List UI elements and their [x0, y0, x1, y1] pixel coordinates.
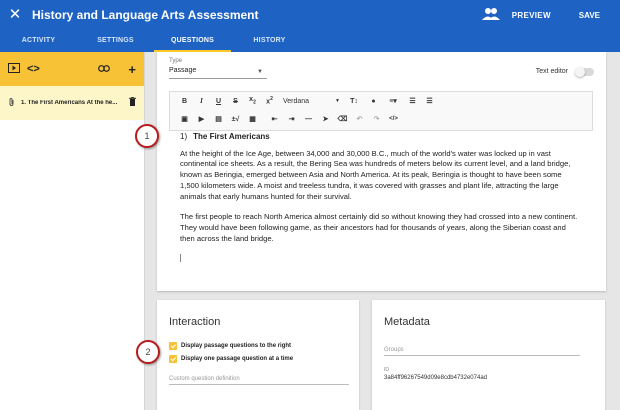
metadata-card: Metadata Groups ID 3a84ff96267549d09e8cd…	[372, 300, 605, 410]
underline-icon[interactable]: U	[210, 98, 227, 105]
interaction-title: Interaction	[169, 316, 221, 328]
close-icon[interactable]: ✕	[0, 0, 30, 30]
outdent-icon[interactable]: ⇤	[266, 115, 283, 123]
ordered-list-icon[interactable]: ☰	[404, 97, 421, 105]
page-title: History and Language Arts Assessment	[32, 8, 259, 22]
id-value: 3a84ff96267549d09e8cdb4732e074ad	[384, 375, 487, 381]
eraser-icon[interactable]: ⌫	[334, 115, 351, 123]
groups-field[interactable]: Groups	[384, 347, 580, 356]
undo-icon[interactable]: ↶	[351, 115, 368, 123]
checkbox-checked[interactable]	[169, 355, 177, 363]
text-editor-label: Text editor	[535, 68, 568, 75]
delete-icon[interactable]	[129, 97, 136, 109]
type-label: Type	[169, 58, 183, 64]
passage-content[interactable]: 1) The First Americans At the height of t…	[180, 132, 580, 263]
tab-activity[interactable]: ACTIVITY	[0, 30, 77, 52]
indent-icon[interactable]: ⇥	[283, 115, 300, 123]
attachment-icon	[8, 97, 15, 110]
tab-bar: ACTIVITY SETTINGS QUESTIONS HISTORY	[0, 30, 620, 52]
save-button[interactable]: SAVE	[579, 11, 600, 20]
step-marker-2: 2	[136, 340, 160, 364]
rich-text-toolbar: B I U S x2 x2 Verdana ▼ T↕ ● ≡▾ ☰ ☰ ▣ ▶ ▤…	[169, 91, 593, 131]
source-code-icon[interactable]: </>	[385, 116, 402, 122]
tab-history[interactable]: HISTORY	[231, 30, 308, 52]
tab-questions[interactable]: QUESTIONS	[154, 30, 231, 52]
type-value: Passage	[169, 67, 197, 74]
passage-title: The First Americans	[193, 132, 270, 141]
preview-play-icon[interactable]	[8, 62, 20, 76]
custom-question-field[interactable]: Custom question definition	[169, 376, 349, 385]
text-editor-toggle[interactable]	[575, 67, 594, 77]
option-label: Display passage questions to the right	[181, 343, 292, 349]
italic-icon[interactable]: I	[193, 97, 210, 105]
option-one-at-a-time[interactable]: Display one passage question at a time	[169, 355, 293, 363]
file-icon[interactable]: ▤	[210, 115, 227, 123]
preview-button[interactable]: PREVIEW	[512, 11, 551, 20]
metadata-title: Metadata	[384, 316, 430, 328]
table-icon[interactable]: ▦	[244, 115, 261, 123]
passage-paragraph-1: At the height of the Ice Age, between 34…	[180, 148, 571, 201]
question-number: 1)	[180, 132, 188, 141]
step-marker-1: 1	[135, 124, 159, 148]
subscript-icon[interactable]: x2	[244, 96, 261, 105]
checkbox-checked[interactable]	[169, 342, 177, 350]
passage-paragraph-2: The first people to reach North America …	[180, 212, 578, 243]
people-icon[interactable]	[481, 7, 502, 23]
id-label: ID	[384, 367, 389, 373]
link-icon[interactable]	[98, 63, 111, 75]
bold-icon[interactable]: B	[176, 98, 193, 105]
redo-icon[interactable]: ↷	[368, 115, 385, 123]
pointer-icon[interactable]: ➤	[317, 115, 334, 123]
type-select[interactable]: Passage ▼	[169, 67, 267, 79]
interaction-card: Interaction Display passage questions to…	[157, 300, 359, 410]
question-sidebar: <> + 1. The First Americans At the he...	[0, 52, 145, 410]
option-label: Display one passage question at a time	[181, 356, 294, 362]
chevron-down-icon: ▼	[257, 69, 263, 75]
horizontal-rule-icon[interactable]: —	[300, 116, 317, 123]
text-color-icon[interactable]: ●	[365, 98, 382, 105]
sidebar-item-label: 1. The First Americans At the he...	[21, 100, 118, 106]
text-size-icon[interactable]: T↕	[343, 98, 365, 105]
math-icon[interactable]: ±√	[227, 116, 244, 123]
align-icon[interactable]: ≡▾	[382, 97, 404, 105]
image-icon[interactable]: ▣	[176, 115, 193, 123]
text-cursor	[180, 254, 181, 263]
top-bar: ✕ History and Language Arts Assessment P…	[0, 0, 620, 30]
bullet-list-icon[interactable]: ☰	[421, 97, 438, 105]
passage-heading: 1) The First Americans	[180, 132, 580, 143]
code-icon[interactable]: <>	[27, 63, 40, 75]
option-passage-right[interactable]: Display passage questions to the right	[169, 342, 291, 350]
tab-settings[interactable]: SETTINGS	[77, 30, 154, 52]
question-editor-card: Type Passage ▼ Text editor B I U S x2 x2…	[157, 52, 606, 291]
sidebar-toolbar: <> +	[0, 52, 144, 86]
sidebar-question-item[interactable]: 1. The First Americans At the he...	[0, 86, 144, 120]
add-icon[interactable]: +	[128, 62, 136, 77]
superscript-icon[interactable]: x2	[261, 96, 278, 105]
font-select[interactable]: Verdana ▼	[283, 98, 343, 105]
video-icon[interactable]: ▶	[193, 115, 210, 123]
strikethrough-icon[interactable]: S	[227, 98, 244, 105]
